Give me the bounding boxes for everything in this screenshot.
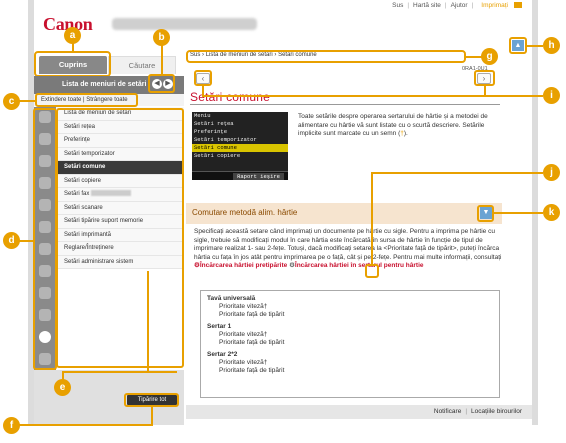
- callout-highlight-d: [33, 108, 57, 370]
- callout-highlight-g: [186, 50, 466, 63]
- callout-highlight-c: [35, 93, 138, 107]
- top-nav-print[interactable]: Imprimați: [473, 2, 526, 9]
- section-body: Specificați această setare când imprimaț…: [194, 228, 502, 269]
- product-title-blurred: [112, 18, 257, 30]
- callout-line-e2: [62, 371, 177, 373]
- section-header[interactable]: Comutare metodă alim. hârtie ▼: [186, 203, 502, 224]
- link-preprinted-paper[interactable]: ⚙Încărcarea hârtiei pretipărite: [194, 262, 287, 269]
- footer-offices-link[interactable]: Locațiile birourilor: [471, 408, 522, 415]
- callout-highlight-e: [56, 108, 184, 368]
- callout-badge: g: [481, 48, 498, 65]
- callout-badge: c: [3, 93, 20, 110]
- intro-body: Toate setările despre operarea sertarulu…: [298, 113, 488, 137]
- callout-badge: j: [543, 164, 560, 181]
- option-item: Prioritate față de tipărit: [219, 311, 285, 318]
- footer-separator: |: [465, 408, 468, 415]
- callout-line-f2: [151, 407, 153, 426]
- option-item: Prioritate viteză†: [219, 331, 268, 338]
- callout-line-e3: [147, 271, 149, 373]
- intro-end: ).: [403, 130, 408, 137]
- top-nav: Sus | Hartă site | Ajutor | Imprimați: [388, 2, 526, 9]
- callout-badge: i: [543, 87, 560, 104]
- option-item: Prioritate față de tipărit: [219, 339, 285, 346]
- screen-row: Setări temporizator: [194, 136, 257, 143]
- callout-line-j1: [371, 172, 543, 174]
- callout-line-h: [526, 45, 543, 47]
- link-load-drawer[interactable]: Încărcarea hârtiei în sertarul pentru hâ…: [295, 262, 424, 269]
- screen-row: Setări copiere: [194, 152, 241, 159]
- title-divider: [190, 104, 500, 105]
- option-group-title: Sertar 1: [207, 323, 232, 330]
- print-label: Imprimați: [481, 2, 508, 9]
- option-item: Prioritate față de tipărit: [219, 367, 285, 374]
- top-nav-help[interactable]: Ajutor: [447, 2, 472, 9]
- callout-highlight-j: [365, 264, 379, 278]
- callout-line-i1: [202, 95, 543, 97]
- callout-highlight-f: [124, 393, 179, 407]
- callout-highlight-a: [34, 51, 111, 77]
- screen-row-selected: Setări comune: [192, 144, 288, 152]
- option-item: Prioritate viteză†: [219, 303, 268, 310]
- callout-highlight-i-prev: [194, 70, 212, 86]
- callout-line-f1: [17, 424, 152, 426]
- page-footer: Notificare | Locațiile birourilor: [186, 405, 532, 419]
- callout-badge: f: [3, 417, 20, 434]
- option-group-title: Sertar 2*2: [207, 351, 238, 358]
- option-item: Prioritate viteză†: [219, 359, 268, 366]
- callout-badge: e: [54, 379, 71, 396]
- callout-highlight-b: [148, 74, 175, 93]
- screen-exit-label: Raport ieșire: [233, 173, 284, 180]
- callout-badge: h: [543, 37, 560, 54]
- screen-row: Meniu: [194, 112, 211, 119]
- callout-badge: d: [3, 232, 20, 249]
- top-nav-home[interactable]: Sus: [388, 2, 407, 9]
- callout-badge: k: [543, 204, 560, 221]
- callout-highlight-i-next: [474, 70, 495, 86]
- callout-line-j2: [371, 172, 373, 265]
- device-screen-image: Meniu Setări rețea Preferințe Setări tem…: [192, 112, 288, 180]
- callout-badge: a: [64, 27, 81, 44]
- callout-badge: b: [153, 29, 170, 46]
- top-nav-sitemap[interactable]: Hartă site: [409, 2, 445, 9]
- section-title: Comutare metodă alim. hârtie: [192, 208, 298, 217]
- screen-footer: Raport ieșire: [192, 171, 288, 180]
- callout-line-k: [494, 212, 543, 214]
- callout-highlight-h: [509, 37, 527, 54]
- callout-line-i3: [484, 86, 486, 96]
- screen-row: Preferințe: [194, 128, 228, 135]
- link-label: Încărcarea hârtiei pretipărite: [199, 262, 288, 269]
- screen-row: Setări rețea: [194, 120, 234, 127]
- callout-line-b: [161, 44, 163, 75]
- manual-page: Sus | Hartă site | Ajutor | Imprimați Canon Cu…: [0, 0, 566, 443]
- section-text: Specificați această setare când imprimaț…: [194, 228, 502, 261]
- footer-notices-link[interactable]: Notificare: [434, 408, 461, 415]
- settings-options-box: Tavă universală Prioritate viteză† Prior…: [200, 290, 500, 398]
- option-group-title: Tavă universală: [207, 295, 256, 302]
- printer-icon: [514, 2, 522, 9]
- callout-highlight-k: [477, 205, 494, 222]
- tab-search[interactable]: Căutare: [108, 56, 176, 74]
- callout-line-i2: [202, 86, 204, 96]
- intro-text: Toate setările despre operarea sertarulu…: [298, 113, 508, 139]
- callout-line-g: [466, 56, 482, 58]
